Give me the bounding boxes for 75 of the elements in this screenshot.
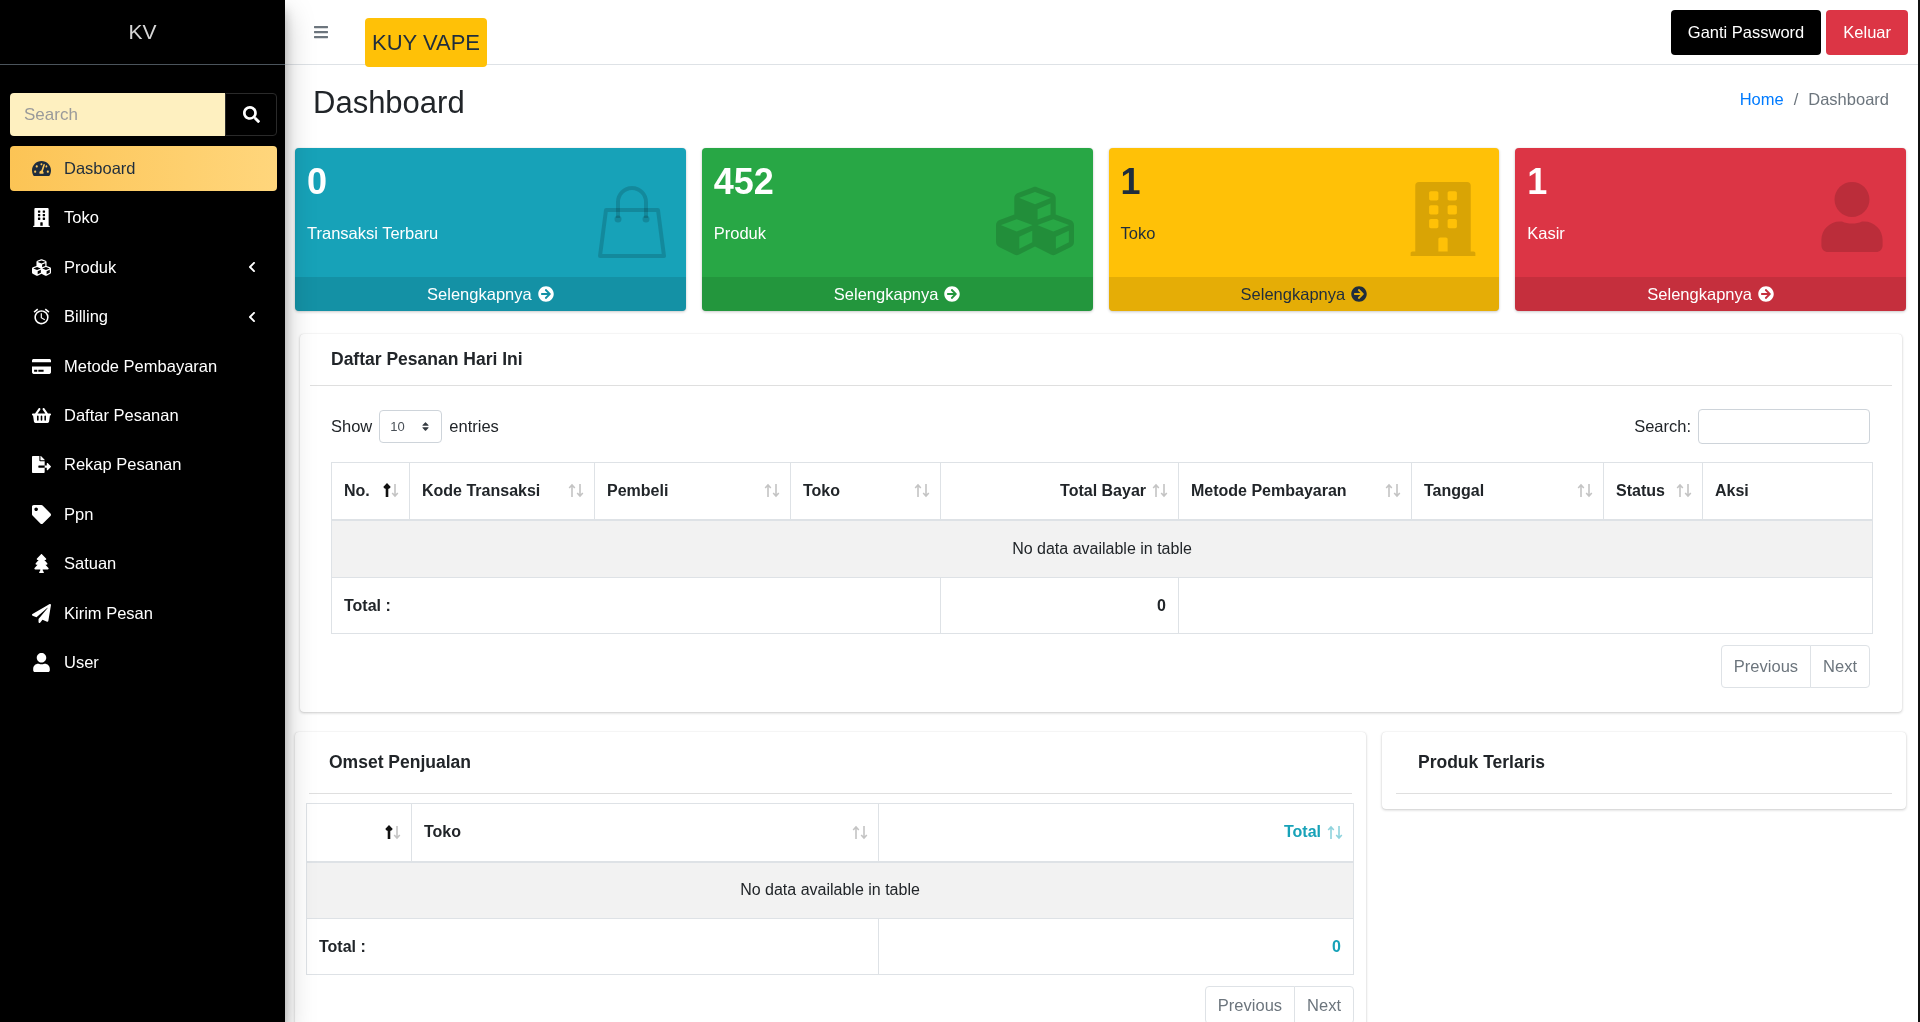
- table-search-field[interactable]: [1698, 408, 1870, 444]
- sidebar-item[interactable]: Dasboard: [10, 146, 277, 191]
- cubes-icon: [32, 257, 51, 277]
- search-label: Search:: [1634, 416, 1691, 436]
- empty-table-message: No data available in table: [306, 861, 1354, 919]
- total-value: 0: [878, 918, 1354, 975]
- panel-title: Daftar Pesanan Hari Ini: [331, 349, 523, 370]
- empty-table-message: No data available in table: [331, 519, 1873, 578]
- search-button[interactable]: [225, 93, 277, 136]
- sidebar-item[interactable]: Rekap Pesanan: [10, 442, 277, 488]
- navbar-button[interactable]: Keluar: [1826, 10, 1908, 55]
- page-title: Dashboard: [313, 84, 465, 122]
- stat-value: 1: [1120, 160, 1141, 204]
- more-info-link[interactable]: Selengkapnya: [295, 277, 686, 311]
- column-header[interactable]: Tanggal: [1411, 462, 1604, 520]
- building-icon: [32, 208, 51, 228]
- arrow-circle-right-icon: [944, 286, 961, 302]
- stat-value: 452: [713, 160, 774, 204]
- alarm-clock-icon: [32, 307, 51, 327]
- sidebar-item[interactable]: Kirim Pesan: [10, 590, 277, 636]
- column-header[interactable]: Total Bayar: [940, 462, 1179, 520]
- sidebar-item[interactable]: Produk: [10, 244, 277, 290]
- stat-label: Produk: [713, 223, 767, 244]
- menu-icon[interactable]: [313, 24, 329, 40]
- brand-badge[interactable]: KUY VAPE: [365, 18, 487, 67]
- length-label: entries: [449, 416, 499, 436]
- column-header[interactable]: Toko: [411, 803, 879, 862]
- column-header[interactable]: No.: [331, 462, 410, 520]
- column-header[interactable]: Status: [1603, 462, 1703, 520]
- column-header[interactable]: Kode Transaksi: [409, 462, 595, 520]
- arrow-circle-right-icon: [1757, 286, 1774, 302]
- total-value: 0: [940, 577, 1179, 634]
- stat-value: 0: [307, 160, 328, 204]
- column-header[interactable]: Toko: [790, 462, 941, 520]
- file-export-icon: [32, 455, 51, 475]
- tag-icon: [32, 504, 51, 524]
- column-header: Aksi: [1702, 462, 1873, 520]
- sidebar-item[interactable]: Daftar Pesanan: [10, 392, 277, 438]
- navbar-button[interactable]: Ganti Password: [1670, 10, 1822, 55]
- column-header[interactable]: Pembeli: [594, 462, 791, 520]
- paper-plane-icon: [32, 603, 51, 623]
- length-label: Show: [331, 416, 373, 436]
- page-name-text: Dashboard: [1808, 89, 1889, 109]
- page-length-select[interactable]: 10: [379, 409, 443, 443]
- column-header[interactable]: Metode Pembayaran: [1178, 462, 1412, 520]
- more-info-link[interactable]: Selengkapnya: [1108, 277, 1500, 311]
- sidebar-item[interactable]: Satuan: [10, 541, 277, 587]
- panel-title: Produk Terlaris: [1418, 752, 1546, 773]
- breadcrumb-separator: /: [1793, 89, 1799, 109]
- more-info-link[interactable]: Selengkapnya: [701, 277, 1093, 311]
- breadcrumb-link[interactable]: Home: [1739, 89, 1784, 109]
- total-label: Total :: [306, 918, 879, 975]
- stat-label: Toko: [1120, 223, 1156, 244]
- panel-title: Omset Penjualan: [329, 752, 471, 773]
- total-label: Total :: [331, 577, 941, 634]
- stat-label: Kasir: [1527, 223, 1565, 244]
- sidebar-item[interactable]: User: [10, 639, 277, 685]
- sidebar-item[interactable]: Billing: [10, 294, 277, 340]
- stat-value: 1: [1527, 160, 1548, 204]
- user-icon: [32, 652, 51, 672]
- more-info-link[interactable]: Selengkapnya: [1515, 277, 1906, 311]
- up-down-caret-icon: [420, 420, 432, 432]
- search-icon: [242, 106, 260, 123]
- basket-icon: [32, 405, 51, 425]
- arrow-circle-right-icon: [1351, 286, 1368, 302]
- stat-label: Transaksi Terbaru: [307, 223, 439, 244]
- gauge-icon: [32, 159, 51, 178]
- brand-name[interactable]: KV: [128, 19, 157, 45]
- sidebar-search-field[interactable]: Search: [10, 93, 225, 136]
- sidebar-item[interactable]: Ppn: [10, 491, 277, 537]
- sidebar-item[interactable]: Metode Pembayaran: [10, 343, 277, 389]
- tree-icon: [32, 554, 51, 574]
- arrow-circle-right-icon: [537, 286, 554, 302]
- sidebar-item[interactable]: Toko: [10, 195, 277, 241]
- credit-card-icon: [32, 356, 51, 376]
